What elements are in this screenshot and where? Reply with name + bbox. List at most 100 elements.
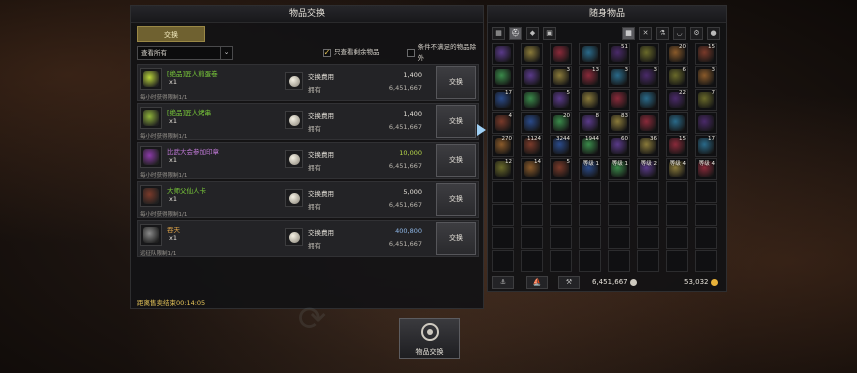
helmet-tab-icon[interactable]: ⛑ xyxy=(509,27,522,40)
inventory-slot[interactable]: 15 xyxy=(695,43,717,65)
inventory-slot[interactable] xyxy=(579,43,601,65)
inventory-slot[interactable] xyxy=(521,204,543,226)
inventory-slot[interactable] xyxy=(521,181,543,203)
exclude-unmet-checkbox[interactable]: 条件不满足的物品除外 xyxy=(407,43,479,62)
inventory-slot[interactable] xyxy=(608,227,630,249)
inventory-slot[interactable] xyxy=(492,250,514,272)
inventory-slot[interactable] xyxy=(579,250,601,272)
inventory-slot[interactable]: 12 xyxy=(492,158,514,180)
inventory-slot[interactable]: 15 xyxy=(666,135,688,157)
inventory-slot[interactable] xyxy=(637,227,659,249)
grid-tab-icon[interactable]: ▦ xyxy=(622,27,635,40)
gem-tab-icon[interactable]: ◆ xyxy=(526,27,539,40)
inventory-slot[interactable] xyxy=(695,181,717,203)
inventory-slot[interactable]: 等级 1 xyxy=(579,158,601,180)
inventory-slot[interactable]: 60 xyxy=(608,135,630,157)
inventory-slot[interactable] xyxy=(550,227,572,249)
gear-tab-icon[interactable]: ⚙ xyxy=(690,27,703,40)
inventory-slot[interactable] xyxy=(579,181,601,203)
exchange-button[interactable]: 交换 xyxy=(436,144,476,177)
inventory-slot[interactable] xyxy=(637,250,659,272)
inventory-slot[interactable] xyxy=(550,250,572,272)
inventory-slot[interactable]: 5 xyxy=(550,89,572,111)
inventory-slot[interactable] xyxy=(637,181,659,203)
tab-exchange[interactable]: 交换 xyxy=(137,26,205,42)
inventory-slot[interactable]: 3 xyxy=(608,66,630,88)
swords-tab-icon[interactable]: ✕ xyxy=(639,27,652,40)
inventory-slot[interactable] xyxy=(666,204,688,226)
inventory-slot[interactable]: 3 xyxy=(695,66,717,88)
inventory-slot[interactable]: 等级 4 xyxy=(695,158,717,180)
inventory-slot[interactable] xyxy=(550,204,572,226)
grid-tab-icon[interactable]: ▦ xyxy=(492,27,505,40)
ship-button[interactable]: ⛵ xyxy=(526,276,548,289)
inventory-slot[interactable]: 8 xyxy=(579,112,601,134)
bowl-tab-icon[interactable]: ◡ xyxy=(673,27,686,40)
inventory-slot[interactable]: 5 xyxy=(550,158,572,180)
inventory-slot[interactable] xyxy=(695,204,717,226)
inventory-slot[interactable]: 14 xyxy=(521,158,543,180)
inventory-slot[interactable] xyxy=(695,227,717,249)
checkmark-icon[interactable]: ✓ xyxy=(323,48,331,57)
empty-checkbox-icon[interactable] xyxy=(407,48,415,57)
potion-tab-icon[interactable]: ⚗ xyxy=(656,27,669,40)
inventory-slot[interactable]: 51 xyxy=(608,43,630,65)
inventory-slot[interactable] xyxy=(666,112,688,134)
inventory-slot[interactable] xyxy=(521,43,543,65)
inventory-slot[interactable]: 3 xyxy=(550,66,572,88)
tool-button[interactable]: ⚒ xyxy=(558,276,580,289)
inventory-slot[interactable] xyxy=(521,112,543,134)
inventory-slot[interactable] xyxy=(608,204,630,226)
show-remaining-checkbox[interactable]: ✓ 只查看剩余物品 xyxy=(323,47,380,58)
inventory-slot[interactable]: 4 xyxy=(492,112,514,134)
inventory-slot[interactable] xyxy=(637,204,659,226)
inventory-slot[interactable] xyxy=(579,227,601,249)
inventory-slot[interactable] xyxy=(608,181,630,203)
inventory-slot[interactable] xyxy=(492,181,514,203)
inventory-slot[interactable] xyxy=(695,250,717,272)
view-filter-dropdown[interactable]: 查看所有 ⌄ xyxy=(137,46,233,60)
inventory-slot[interactable] xyxy=(608,89,630,111)
inventory-slot[interactable]: 等级 4 xyxy=(666,158,688,180)
inventory-slot[interactable]: 6 xyxy=(666,66,688,88)
inventory-slot[interactable]: 270 xyxy=(492,135,514,157)
inventory-slot[interactable]: 83 xyxy=(608,112,630,134)
inventory-slot[interactable] xyxy=(666,181,688,203)
item-exchange-button[interactable]: 物品交换 xyxy=(399,318,460,359)
inventory-slot[interactable] xyxy=(637,43,659,65)
exchange-button[interactable]: 交换 xyxy=(436,66,476,99)
inventory-slot[interactable]: 3 xyxy=(637,66,659,88)
inventory-slot[interactable]: 20 xyxy=(666,43,688,65)
inventory-slot[interactable] xyxy=(637,89,659,111)
inventory-slot[interactable]: 等级 2 xyxy=(637,158,659,180)
inventory-slot[interactable] xyxy=(579,89,601,111)
inventory-slot[interactable] xyxy=(608,250,630,272)
inventory-slot[interactable] xyxy=(521,227,543,249)
inventory-slot[interactable] xyxy=(666,227,688,249)
inventory-slot[interactable] xyxy=(492,204,514,226)
box-tab-icon[interactable]: ▣ xyxy=(543,27,556,40)
inventory-slot[interactable] xyxy=(637,112,659,134)
inventory-slot[interactable]: 7 xyxy=(695,89,717,111)
inventory-slot[interactable] xyxy=(492,43,514,65)
circle-tab-icon[interactable]: ● xyxy=(707,27,720,40)
inventory-slot[interactable]: 1944 xyxy=(579,135,601,157)
inventory-slot[interactable] xyxy=(666,250,688,272)
inventory-slot[interactable]: 22 xyxy=(666,89,688,111)
inventory-slot[interactable] xyxy=(550,43,572,65)
anchor-button[interactable]: ⚓ xyxy=(492,276,514,289)
inventory-slot[interactable] xyxy=(579,204,601,226)
inventory-slot[interactable] xyxy=(521,250,543,272)
inventory-slot[interactable] xyxy=(492,66,514,88)
inventory-slot[interactable] xyxy=(550,181,572,203)
inventory-slot[interactable]: 17 xyxy=(492,89,514,111)
inventory-slot[interactable] xyxy=(492,227,514,249)
inventory-slot[interactable]: 20 xyxy=(550,112,572,134)
inventory-slot[interactable]: 3244 xyxy=(550,135,572,157)
inventory-slot[interactable] xyxy=(521,89,543,111)
inventory-slot[interactable]: 等级 1 xyxy=(608,158,630,180)
exchange-button[interactable]: 交换 xyxy=(436,183,476,216)
chevron-down-icon[interactable]: ⌄ xyxy=(220,47,232,59)
inventory-slot[interactable]: 17 xyxy=(695,135,717,157)
inventory-slot[interactable] xyxy=(521,66,543,88)
